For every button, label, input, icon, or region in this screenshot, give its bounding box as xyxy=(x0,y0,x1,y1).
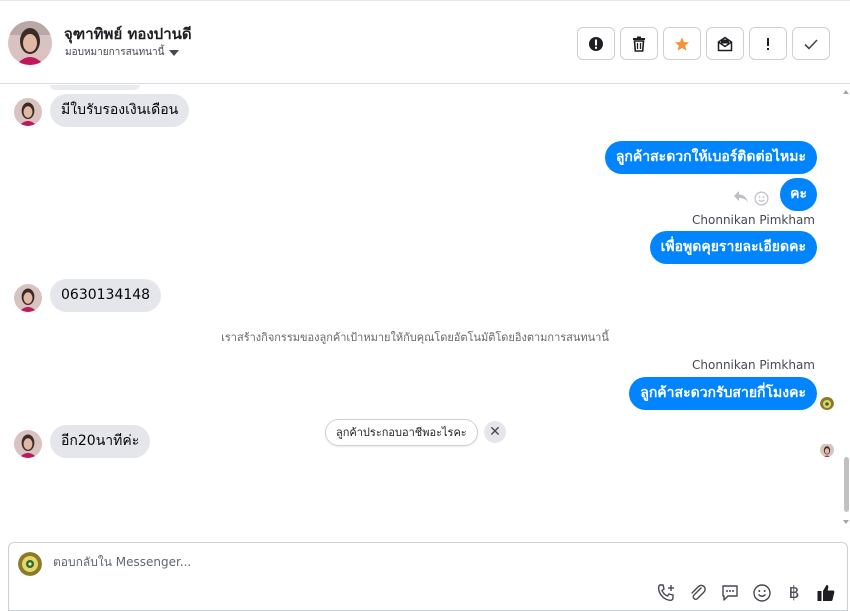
mark-unread-icon xyxy=(717,36,733,51)
system-notice: เราสร้างกิจกรรมของลูกค้าเป้าหมายให้กับคุ… xyxy=(221,331,609,344)
baht-icon: ฿ xyxy=(788,583,800,603)
incoming-message[interactable]: มีใบรับรองเงินเดือน xyxy=(50,94,190,127)
star-button[interactable] xyxy=(663,27,701,60)
outgoing-message[interactable]: คะ xyxy=(780,178,817,211)
reply-input[interactable] xyxy=(53,555,753,569)
attach-button[interactable] xyxy=(687,582,709,604)
important-button[interactable] xyxy=(749,27,787,60)
saved-replies-button[interactable] xyxy=(719,582,741,604)
conversation-header: จุฑาทิพย์ ทองปานดี มอบหมายการสนทนานี้ xyxy=(0,4,850,84)
smiley-icon xyxy=(753,584,771,602)
caret-down-icon xyxy=(169,49,180,56)
contact-avatar-small xyxy=(14,98,42,126)
emoji-button[interactable] xyxy=(751,582,773,604)
scroll-up-arrow[interactable] xyxy=(843,90,849,94)
page-avatar xyxy=(18,552,42,576)
header-actions xyxy=(577,27,830,60)
outgoing-message[interactable]: ลูกค้าสะดวกให้เบอร์ติดต่อไหมะ xyxy=(604,141,817,174)
assign-label: มอบหมายการสนทนานี้ xyxy=(65,47,165,58)
done-icon xyxy=(804,38,818,50)
close-suggestion-icon[interactable]: ✕ xyxy=(484,421,506,443)
outgoing-message[interactable]: เพื่อพูดคุยรายละเอียดคะ xyxy=(649,231,817,264)
reply-icon[interactable] xyxy=(733,190,749,208)
sender-name: Chonnikan Pimkham xyxy=(692,358,815,372)
contact-name[interactable]: จุฑาทิพย์ ทองปานดี xyxy=(64,22,192,46)
suggested-reply-chip[interactable]: ลูกค้าประกอบอาชีพอะไรคะ xyxy=(325,419,478,446)
thumbs-up-icon xyxy=(817,585,835,601)
spam-icon xyxy=(589,36,603,51)
outgoing-message[interactable]: ลูกค้าสะดวกรับสายกี่โมงคะ xyxy=(629,377,817,410)
star-icon xyxy=(675,36,689,51)
delete-button[interactable] xyxy=(620,27,658,60)
sender-name: Chonnikan Pimkham xyxy=(692,213,815,227)
scroll-down-arrow[interactable] xyxy=(843,520,849,524)
payment-button[interactable]: ฿ xyxy=(783,582,805,604)
contact-avatar-small xyxy=(14,430,42,458)
phone-plus-icon xyxy=(657,584,674,602)
incoming-message[interactable]: 0630134148 xyxy=(50,279,162,312)
seen-avatar-page xyxy=(820,396,834,410)
previous-message-edge xyxy=(50,85,140,90)
react-smiley-icon[interactable] xyxy=(754,191,769,210)
contact-avatar[interactable] xyxy=(8,21,52,65)
mark-unread-button[interactable] xyxy=(706,27,744,60)
contact-avatar-small xyxy=(14,284,42,312)
assign-conversation-dropdown[interactable]: มอบหมายการสนทนานี้ xyxy=(65,45,180,60)
call-button[interactable] xyxy=(655,582,677,604)
seen-avatar-contact xyxy=(820,443,834,457)
chat-bubble-icon xyxy=(722,585,738,601)
spam-button[interactable] xyxy=(577,27,615,60)
composer-tools: ฿ xyxy=(655,582,837,604)
paperclip-icon xyxy=(691,584,706,600)
reply-composer: ฿ xyxy=(8,542,848,611)
like-button[interactable] xyxy=(815,582,837,604)
mark-done-button[interactable] xyxy=(792,27,830,60)
incoming-message[interactable]: อีก20นาทีค่ะ xyxy=(50,425,151,458)
scrollbar-thumb[interactable] xyxy=(844,457,849,512)
important-icon xyxy=(767,37,769,50)
trash-icon xyxy=(633,36,645,52)
